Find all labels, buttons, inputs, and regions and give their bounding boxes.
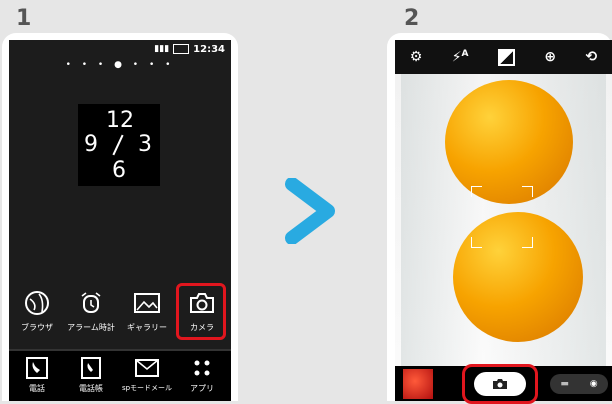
video-icon: ▬ [560,379,569,389]
zoom-icon[interactable]: ⊕ [544,49,556,65]
dock-contacts[interactable]: 電話帳 [65,355,117,394]
dock-label-phone: 電話 [29,384,45,393]
clock-hand [112,134,124,156]
apps-grid-icon [187,355,217,381]
dock-label-apps: アプリ [190,384,214,393]
app-browser[interactable]: ブラウザ [11,288,63,333]
dock-apps[interactable]: アプリ [176,355,228,394]
clock-6: 6 [112,158,126,183]
dock-mail[interactable]: spモードメール [121,355,173,393]
switch-camera-icon[interactable]: ⟲ [586,49,598,65]
exposure-icon[interactable] [497,48,515,66]
focus-frame [471,186,533,248]
alarm-clock-icon [76,288,106,318]
phone-icon [22,355,52,381]
app-label-browser: ブラウザ [21,323,53,332]
dock-label-mail: spモードメール [121,384,173,392]
status-bar: ▮▮▮ 12:34 [154,42,225,56]
last-photo-thumbnail[interactable] [403,369,433,399]
page-indicator: • • • ● • • • [65,60,175,70]
contacts-icon [76,355,106,381]
gallery-icon [132,288,162,318]
dock-label-contacts: 電話帳 [79,384,103,393]
globe-icon [22,288,52,318]
clock-widget[interactable]: 12 9 3 6 [78,104,160,186]
next-step-arrow-icon [285,178,335,244]
home-screen: ▮▮▮ 12:34 • • • ● • • • 12 9 3 6 ブラウザ アラ… [9,40,231,401]
mail-icon [132,355,162,381]
flash-auto-label: A [461,48,469,59]
camera-highlight [176,283,226,340]
app-alarm-clock[interactable]: アラーム時計 [65,288,117,333]
clock-9: 9 [84,132,98,157]
step-number-1: 1 [16,6,32,31]
video-photo-toggle[interactable]: ▬ ◉ [550,374,608,394]
step-number-2: 2 [404,6,420,31]
settings-icon[interactable]: ⚙ [410,49,423,65]
flash-auto-icon[interactable]: ⚡A [452,49,469,66]
camera-toolbar: ⚙ ⚡A ⊕ ⟲ [395,40,612,74]
app-gallery[interactable]: ギャラリー [121,288,173,333]
shutter-highlight [462,364,538,404]
battery-icon [173,44,190,54]
dock-bar: 電話 電話帳 spモードメール アプリ [9,349,231,401]
camera-screen: ⚙ ⚡A ⊕ ⟲ ▬ ◉ [395,40,612,401]
clock-12: 12 [106,108,134,133]
app-label-alarm-clock: アラーム時計 [67,323,115,332]
clock-3: 3 [138,132,152,157]
photo-mode-icon: ◉ [589,379,598,389]
app-label-gallery: ギャラリー [127,323,167,332]
signal-icon: ▮▮▮ [154,44,170,54]
dock-phone[interactable]: 電話 [11,355,63,394]
status-time: 12:34 [193,43,225,55]
camera-preview[interactable] [395,74,612,366]
